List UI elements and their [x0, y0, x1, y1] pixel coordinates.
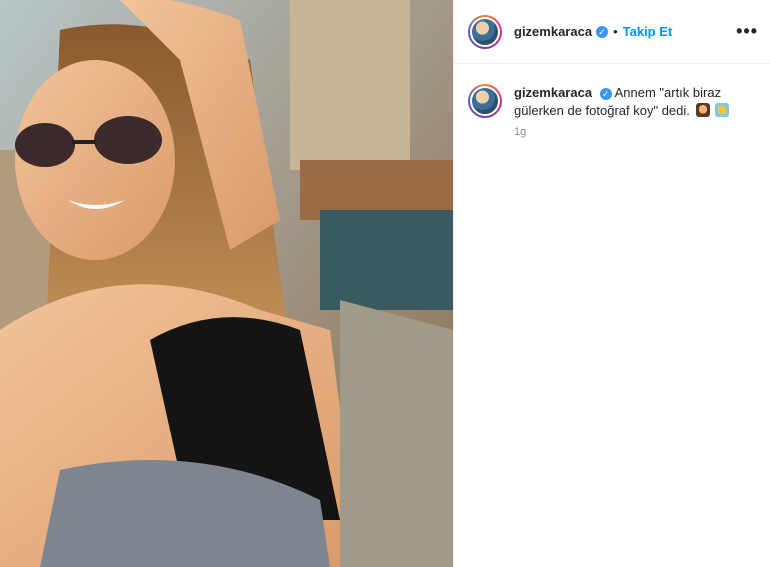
- avatar[interactable]: [470, 86, 500, 116]
- post-photo[interactable]: [0, 0, 453, 567]
- selfie-image: [0, 0, 453, 567]
- avatar[interactable]: [470, 16, 500, 47]
- header-username[interactable]: gizemkaraca: [514, 24, 592, 39]
- woman-raising-hand-icon: [715, 103, 730, 117]
- woman-gesturing-icon: [695, 103, 710, 117]
- post-sidebar: gizemkaraca ✓ • Takip Et ••• gizemkaraca…: [453, 0, 770, 567]
- post-timestamp[interactable]: 1g: [514, 126, 770, 138]
- profile-avatar-ring[interactable]: [468, 14, 502, 49]
- caption-username[interactable]: gizemkaraca: [514, 85, 592, 100]
- caption-comment: gizemkaraca ✓ Annem "artık biraz gülerke…: [454, 64, 770, 120]
- post-header: gizemkaraca ✓ • Takip Et •••: [454, 0, 770, 64]
- caption-text-block: gizemkaraca ✓ Annem "artık biraz gülerke…: [514, 84, 744, 120]
- instagram-post: gizemkaraca ✓ • Takip Et ••• gizemkaraca…: [0, 0, 770, 567]
- verified-badge-icon: ✓: [599, 87, 612, 100]
- caption-avatar-ring[interactable]: [468, 84, 502, 118]
- follow-button[interactable]: Takip Et: [623, 24, 673, 39]
- more-options-icon[interactable]: •••: [736, 21, 758, 42]
- verified-badge-icon: ✓: [596, 25, 609, 38]
- separator-dot: •: [613, 24, 618, 39]
